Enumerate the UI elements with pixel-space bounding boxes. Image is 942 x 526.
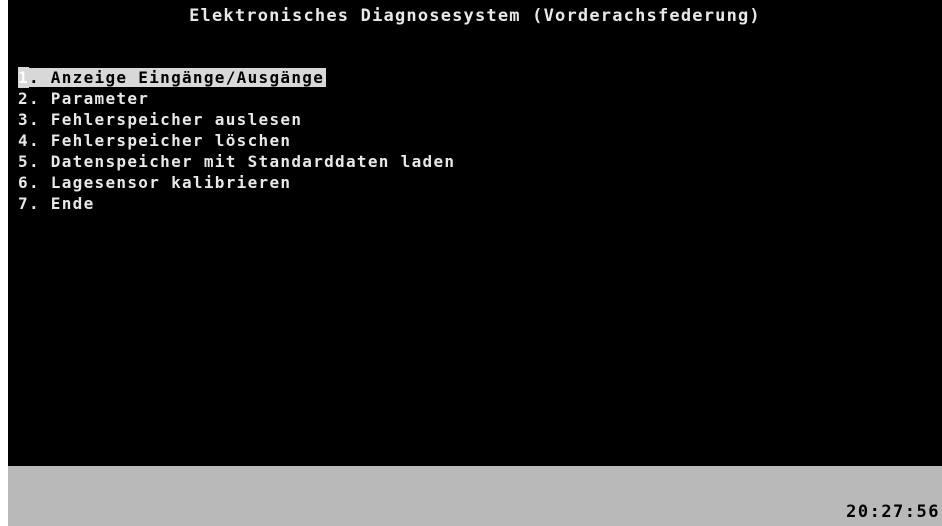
menu-item-label: . Ende bbox=[28, 194, 95, 213]
menu-item-label: . Parameter bbox=[28, 89, 150, 108]
menu-item-number: 1 bbox=[18, 67, 29, 88]
menu-item-fehlerspeicher-auslesen[interactable]: 3. Fehlerspeicher auslesen bbox=[18, 109, 455, 130]
menu-item-parameter[interactable]: 2. Parameter bbox=[18, 88, 455, 109]
main-menu: 1. Anzeige Eingänge/Ausgänge 2. Paramete… bbox=[18, 67, 455, 214]
menu-item-fehlerspeicher-loeschen[interactable]: 4. Fehlerspeicher löschen bbox=[18, 130, 455, 151]
menu-item-number: 4 bbox=[18, 131, 29, 150]
menu-item-number: 2 bbox=[18, 89, 29, 108]
menu-item-datenspeicher-standarddaten-laden[interactable]: 5. Datenspeicher mit Standarddaten laden bbox=[18, 151, 455, 172]
page-title: Elektronisches Diagnosesystem (Vorderach… bbox=[189, 6, 761, 26]
clock-time: 20:27:56 bbox=[846, 502, 940, 522]
menu-item-label: . Fehlerspeicher löschen bbox=[28, 131, 292, 150]
menu-item-label: . Lagesensor kalibrieren bbox=[28, 173, 292, 192]
menu-item-label: . Datenspeicher mit Standarddaten laden bbox=[28, 152, 456, 171]
menu-item-number: 6 bbox=[18, 173, 29, 192]
menu-item-number: 7 bbox=[18, 194, 29, 213]
diagnostic-screen: Elektronisches Diagnosesystem (Vorderach… bbox=[8, 0, 942, 466]
status-bar: 20:27:56 bbox=[8, 466, 942, 526]
menu-item-label: . Anzeige Eingänge/Ausgänge bbox=[28, 68, 325, 87]
menu-item-number: 3 bbox=[18, 110, 29, 129]
menu-item-label: . Fehlerspeicher auslesen bbox=[28, 110, 303, 129]
menu-item-number: 5 bbox=[18, 152, 29, 171]
menu-item-ende[interactable]: 7. Ende bbox=[18, 193, 455, 214]
menu-item-lagesensor-kalibrieren[interactable]: 6. Lagesensor kalibrieren bbox=[18, 172, 455, 193]
menu-item-anzeige-eingaenge-ausgaenge[interactable]: 1. Anzeige Eingänge/Ausgänge bbox=[18, 67, 455, 88]
